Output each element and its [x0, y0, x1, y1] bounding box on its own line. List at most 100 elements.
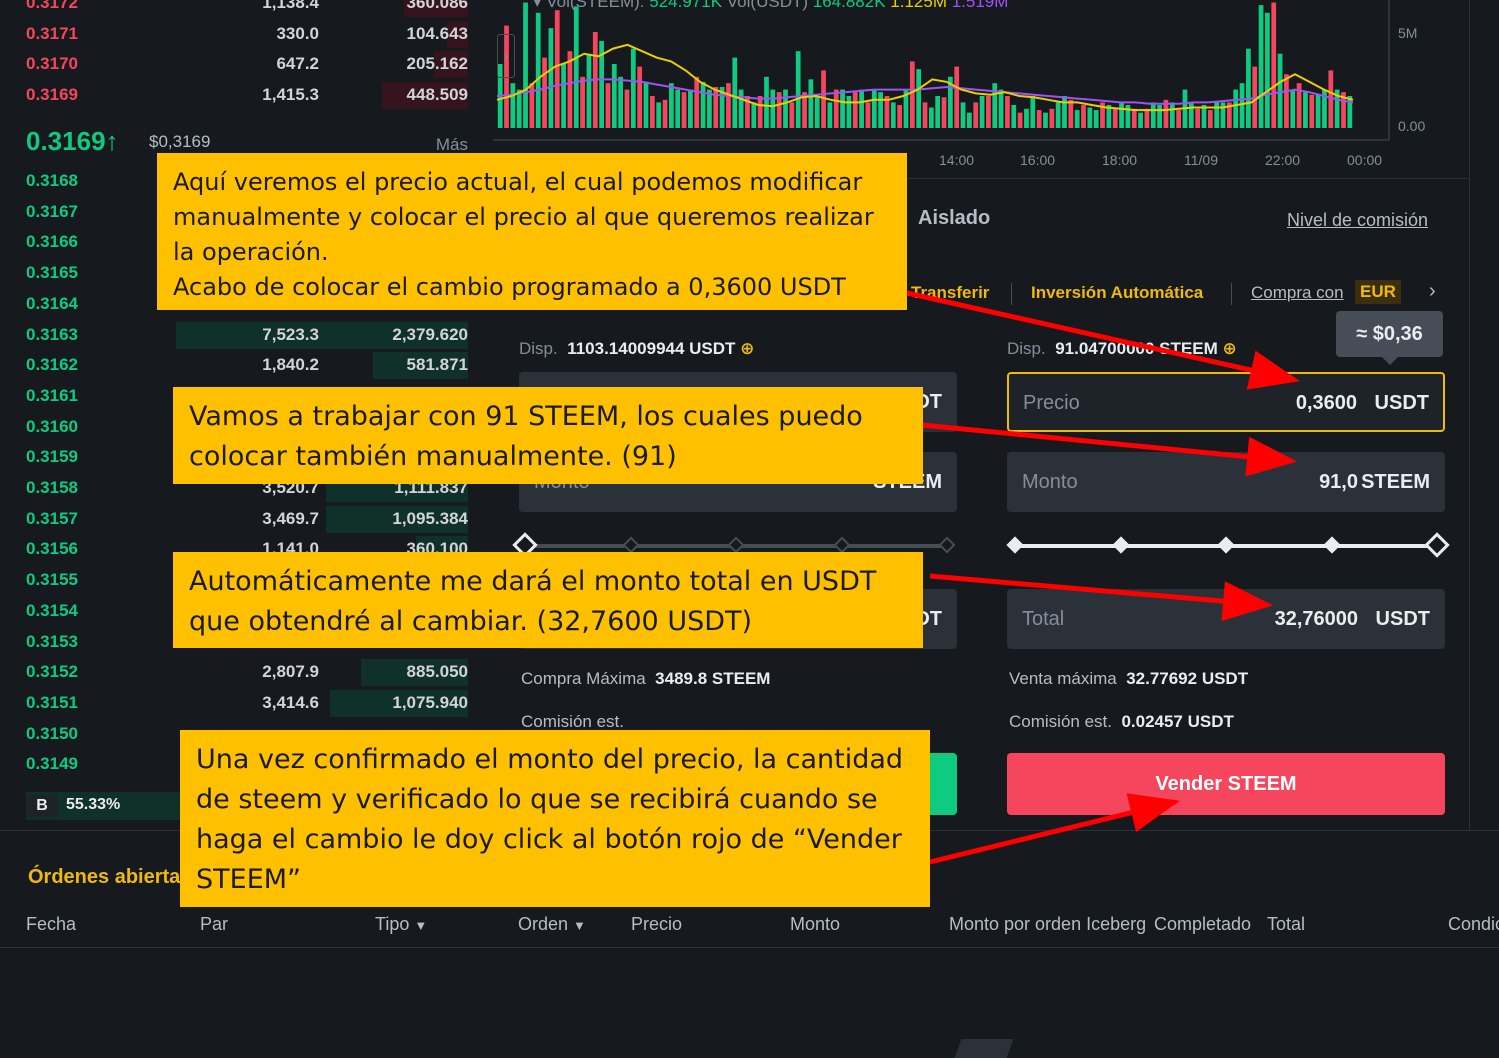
orderbook-amount: 3,469.7: [262, 508, 319, 528]
open-orders-title[interactable]: Órdenes abiertas: [28, 866, 191, 889]
orderbook-row[interactable]: 0.3152 2,807.9 885.050: [0, 657, 493, 687]
x-axis-label: 18:00: [1102, 152, 1138, 168]
add-funds-icon[interactable]: ⊕: [1222, 339, 1236, 358]
price-tooltip: ≈ $0,36: [1336, 311, 1443, 365]
sell-price-value[interactable]: 0,3600: [1296, 392, 1357, 415]
more-link[interactable]: Más: [436, 135, 468, 155]
chart-expand-toggle[interactable]: ›: [497, 34, 515, 78]
sell-amount-slider[interactable]: [1005, 532, 1450, 558]
fee-level-link[interactable]: Nivel de comisión: [1287, 210, 1428, 231]
volume-bar: [1258, 5, 1264, 128]
orderbook-row[interactable]: 0.3163 7,523.3 2,379.620: [0, 320, 493, 350]
transfer-link[interactable]: Transferir: [911, 283, 989, 303]
orderbook-row[interactable]: 0.3172 1,138.4 360.086: [0, 0, 493, 18]
auto-invest-link[interactable]: Inversión Automática: [1031, 283, 1203, 303]
orderbook-price: 0.3152: [26, 662, 78, 682]
add-funds-icon[interactable]: ⊕: [740, 339, 754, 358]
y-axis-label-top: 5M: [1398, 25, 1418, 41]
orderbook-price: 0.3150: [26, 723, 78, 743]
volume-bar: [808, 79, 814, 128]
volume-bar: [789, 102, 795, 128]
slider-step[interactable]: [833, 536, 850, 554]
orderbook-row[interactable]: 0.3151 3,414.6 1,075.940: [0, 688, 493, 718]
orderbook-price: 0.3167: [26, 201, 78, 221]
volume-chart[interactable]: ▾ Vol(STEEM): 524.971K Vol(USDT) 164.882…: [493, 0, 1469, 178]
orderbook-row[interactable]: 0.3162 1,840.2 581.871: [0, 350, 493, 380]
sell-amount-value[interactable]: 91,0: [1319, 471, 1358, 494]
x-axis-label: 11/09: [1184, 152, 1218, 168]
sell-amount-field[interactable]: Monto 91,0 STEEM: [1007, 452, 1445, 512]
column-type[interactable]: Tipo ▼: [375, 914, 427, 935]
volume-bar: [586, 53, 592, 129]
dropdown-icon: ▼: [573, 918, 586, 933]
orderbook-price: 0.3159: [26, 447, 78, 467]
volume-bar: [1195, 108, 1201, 128]
orderbook-total: 1,095.384: [392, 508, 468, 528]
volume-bar: [871, 89, 877, 128]
volume-bar: [611, 64, 617, 128]
volume-bar: [1062, 96, 1067, 128]
volume-bar: [1030, 96, 1036, 128]
slider-step[interactable]: [1323, 536, 1340, 554]
slider-step[interactable]: [938, 536, 956, 554]
column-pair: Par: [200, 914, 229, 934]
slider-step[interactable]: [1217, 536, 1235, 554]
volume-bar: [1265, 12, 1270, 128]
slider-step[interactable]: [622, 536, 639, 554]
orderbook-amount: 1,415.3: [262, 84, 319, 104]
volume-bar: [1011, 104, 1017, 128]
sell-price-field[interactable]: Precio 0,3600 USDT: [1007, 372, 1445, 432]
sell-available: Disp. 91.04700000 STEEM ⊕: [1007, 339, 1237, 359]
volume-bar: [738, 89, 744, 128]
orderbook-row[interactable]: 0.3171 330.0 104.643: [0, 19, 493, 49]
orderbook-price: 0.3154: [26, 600, 78, 620]
column-date: Fecha: [26, 914, 77, 934]
orderbook-total: 104.643: [406, 23, 468, 43]
slider-step[interactable]: [1112, 536, 1129, 554]
column-order[interactable]: Orden ▼: [518, 914, 586, 935]
currency-badge[interactable]: EUR: [1355, 280, 1401, 304]
sell-total-value[interactable]: 32,76000: [1275, 608, 1358, 631]
volume-bar: [1290, 89, 1296, 128]
orderbook-total: 1,075.940: [392, 692, 468, 712]
sell-steem-button[interactable]: Vender STEEM: [1007, 753, 1445, 815]
volume-bar: [1036, 110, 1042, 128]
empty-state-icon: [950, 1039, 1014, 1058]
volume-bar: [535, 12, 541, 128]
volume-bar: [795, 51, 801, 129]
buy-max-value: 3489.8 STEEM: [655, 669, 771, 688]
orderbook-row[interactable]: 0.3169 1,415.3 448.509: [0, 80, 493, 110]
legend-vol-steem-label: Vol(STEEM):: [546, 0, 645, 11]
volume-bar: [618, 76, 624, 128]
slider-step[interactable]: [727, 536, 745, 554]
buy-available-value: 1103.14009944 USDT: [567, 339, 736, 358]
orderbook-row[interactable]: 0.3170 647.2 205.162: [0, 49, 493, 79]
column-price: Precio: [631, 914, 683, 934]
sell-fee: Comisión est. 0.02457 USDT: [1009, 712, 1234, 732]
orderbook-row[interactable]: 0.3157 3,469.7 1,095.384: [0, 504, 493, 534]
last-price-usd: $0,3169: [149, 132, 211, 151]
slider-handle[interactable]: [1424, 532, 1450, 558]
buy-fee: Comisión est.: [521, 712, 624, 732]
buy-max-label: Compra Máxima: [521, 669, 646, 688]
volume-bar: [1303, 92, 1308, 128]
volume-bar: [1005, 96, 1010, 128]
column-total: Total: [1267, 914, 1306, 934]
orderbook-price: 0.3160: [26, 416, 78, 436]
orderbook-price: 0.3153: [26, 631, 78, 651]
buy-with-link[interactable]: Compra con: [1251, 283, 1344, 303]
orderbook-price: 0.3155: [26, 570, 78, 590]
sell-total-field[interactable]: Total 32,76000 USDT: [1007, 589, 1445, 649]
y-axis-label-bottom: 0.00: [1398, 118, 1426, 134]
slider-step[interactable]: [1006, 536, 1024, 554]
legend-dropdown-icon[interactable]: ▾: [533, 0, 546, 11]
sell-amount-label: Monto: [1022, 471, 1078, 493]
legend-ma-slow-value: 1.519M: [951, 0, 1009, 11]
chevron-right-icon[interactable]: ›: [1429, 280, 1436, 303]
orderbook-amount: 1,138.4: [262, 0, 319, 12]
sell-total-label: Total: [1022, 608, 1065, 630]
sell-max-label: Venta máxima: [1009, 669, 1117, 688]
divider: [1231, 283, 1232, 305]
tab-isolated[interactable]: Aislado: [918, 207, 990, 230]
volume-bar: [1271, 2, 1277, 129]
